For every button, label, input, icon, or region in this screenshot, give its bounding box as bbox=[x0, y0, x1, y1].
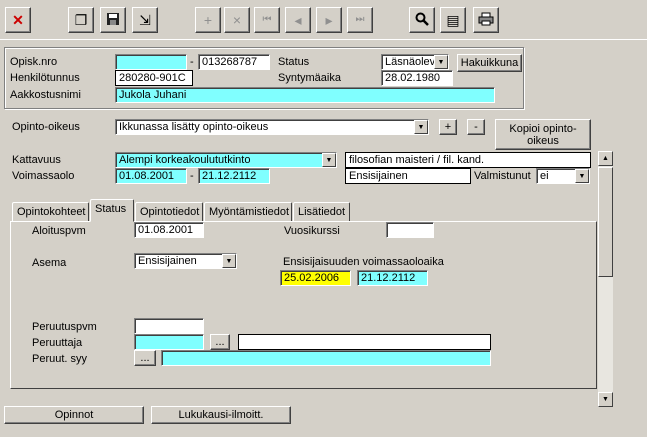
chevron-down-icon[interactable]: ▼ bbox=[434, 55, 448, 69]
peruutuspvm-field[interactable] bbox=[134, 318, 204, 334]
voimassaolo-end-field[interactable]: 21.12.2112 bbox=[198, 168, 270, 184]
opisk-nro-field-2[interactable]: 013268787 bbox=[198, 54, 270, 70]
peruuttaja-name-field[interactable] bbox=[238, 334, 491, 350]
aloituspvm-label: Aloituspvm bbox=[32, 225, 86, 237]
peruut-syy-field[interactable] bbox=[161, 350, 491, 366]
tab-opintokohteet[interactable]: Opintokohteet bbox=[12, 202, 89, 221]
opisk-nro-dash: - bbox=[190, 56, 194, 68]
tab-myontamistiedot[interactable]: Myöntämistiedot bbox=[204, 202, 292, 221]
last-record-icon: ⏭ bbox=[355, 14, 365, 25]
tab-status[interactable]: Status bbox=[90, 199, 134, 222]
voimassaolo-label: Voimassaolo bbox=[12, 170, 75, 182]
add-record-button[interactable]: + bbox=[195, 7, 221, 33]
first-record-icon: ⏮ bbox=[262, 14, 272, 25]
status-label: Status bbox=[278, 56, 310, 68]
peruut-syy-label: Peruut. syy bbox=[32, 353, 88, 365]
validity-label: Ensisijaisuuden voimassaoloaika bbox=[283, 256, 444, 268]
kattavuus-value: Alempi korkeakoulututkinto bbox=[119, 154, 251, 166]
opinto-oikeus-label: Opinto-oikeus bbox=[12, 121, 80, 133]
degree-field[interactable]: filosofian maisteri / fil. kand. bbox=[345, 152, 591, 168]
status-select[interactable]: Läsnäolev ▼ bbox=[381, 54, 449, 70]
documents-icon: ▤ bbox=[446, 12, 460, 28]
kattavuus-label: Kattavuus bbox=[12, 154, 61, 166]
save-button[interactable] bbox=[100, 7, 126, 33]
opisk-nro-label: Opisk.nro bbox=[10, 56, 58, 68]
kopioi-opinto-oikeus-button[interactable]: Kopioi opinto-oikeus bbox=[495, 119, 591, 150]
asema-select[interactable]: Ensisijainen ▼ bbox=[134, 253, 237, 269]
print-icon bbox=[478, 12, 494, 28]
vuosikurssi-field[interactable] bbox=[386, 222, 434, 238]
vertical-scrollbar[interactable]: ▲ ▼ bbox=[598, 151, 613, 407]
asema-label: Asema bbox=[32, 257, 67, 269]
chevron-down-icon[interactable]: ▼ bbox=[414, 120, 428, 134]
export-button[interactable]: ⇲ bbox=[132, 7, 158, 33]
last-record-button[interactable]: ⏭ bbox=[347, 7, 373, 33]
syntymaaika-field[interactable]: 28.02.1980 bbox=[381, 70, 453, 86]
add-study-right-button[interactable]: + bbox=[439, 119, 457, 135]
opinto-oikeus-value: Ikkunassa lisätty opinto-oikeus bbox=[119, 121, 269, 133]
peruut-syy-lookup-button[interactable]: ... bbox=[134, 350, 156, 366]
hakuikkuna-button[interactable]: Hakuikkuna bbox=[457, 54, 522, 72]
peruuttaja-field[interactable] bbox=[134, 334, 204, 350]
validity-start-field[interactable]: 25.02.2006 bbox=[280, 270, 351, 286]
vuosikurssi-label: Vuosikurssi bbox=[284, 225, 340, 237]
valmistunut-select[interactable]: ei ▼ bbox=[536, 168, 590, 184]
lukukausi-ilmoitt-button[interactable]: Lukukausi-ilmoitt. bbox=[151, 406, 291, 424]
syntymaaika-label: Syntymäaika bbox=[278, 72, 341, 84]
aakkostusnimi-field[interactable]: Jukola Juhani bbox=[115, 87, 495, 103]
print-button[interactable] bbox=[473, 7, 499, 33]
tab-opintotiedot[interactable]: Opintotiedot bbox=[135, 202, 203, 221]
search-icon bbox=[415, 12, 429, 28]
henkilotunnus-label: Henkilötunnus bbox=[10, 72, 80, 84]
tab-lisatiedot[interactable]: Lisätiedot bbox=[293, 202, 350, 221]
next-record-button[interactable]: ▸ bbox=[316, 7, 342, 33]
delete-record-icon: × bbox=[232, 12, 242, 28]
prev-record-button[interactable]: ◂ bbox=[285, 7, 311, 33]
documents-button[interactable]: ▤ bbox=[440, 7, 466, 33]
priority-field[interactable]: Ensisijainen bbox=[345, 168, 471, 184]
toolbar: ✕ ❐ ⇲ + × ⏮ ◂ ▸ ⏭ ▤ bbox=[0, 0, 647, 40]
delete-record-button[interactable]: × bbox=[224, 7, 250, 33]
opisk-nro-field[interactable] bbox=[115, 54, 187, 70]
scroll-down-icon[interactable]: ▼ bbox=[598, 392, 613, 407]
aakkostusnimi-label: Aakkostusnimi bbox=[10, 89, 81, 101]
voimassaolo-start-field[interactable]: 01.08.2001 bbox=[115, 168, 187, 184]
save-icon bbox=[106, 12, 120, 28]
voimassaolo-dash: - bbox=[190, 170, 194, 182]
chevron-down-icon[interactable]: ▼ bbox=[222, 254, 236, 268]
peruuttaja-lookup-button[interactable]: ... bbox=[210, 334, 230, 350]
copy-button[interactable]: ❐ bbox=[68, 7, 94, 33]
opinnot-button[interactable]: Opinnot bbox=[4, 406, 144, 424]
close-button[interactable]: ✕ bbox=[5, 7, 31, 33]
prev-record-icon: ◂ bbox=[294, 12, 302, 28]
valmistunut-label: Valmistunut bbox=[474, 170, 531, 182]
copy-icon: ❐ bbox=[74, 12, 88, 28]
valmistunut-value: ei bbox=[540, 170, 549, 182]
scroll-thumb[interactable] bbox=[598, 167, 613, 277]
arrow-icon: ⇲ bbox=[139, 12, 151, 28]
peruuttaja-label: Peruuttaja bbox=[32, 337, 83, 349]
next-record-icon: ▸ bbox=[325, 12, 333, 28]
asema-value: Ensisijainen bbox=[138, 255, 197, 267]
chevron-down-icon[interactable]: ▼ bbox=[575, 169, 589, 183]
peruutuspvm-label: Peruutuspvm bbox=[32, 321, 97, 333]
aloituspvm-field[interactable]: 01.08.2001 bbox=[134, 222, 204, 238]
first-record-button[interactable]: ⏮ bbox=[254, 7, 280, 33]
search-button[interactable] bbox=[409, 7, 435, 33]
remove-study-right-button[interactable]: - bbox=[467, 119, 485, 135]
scroll-up-icon[interactable]: ▲ bbox=[598, 151, 613, 166]
validity-end-field[interactable]: 21.12.2112 bbox=[357, 270, 428, 286]
chevron-down-icon[interactable]: ▼ bbox=[322, 153, 336, 167]
opinto-oikeus-select[interactable]: Ikkunassa lisätty opinto-oikeus ▼ bbox=[115, 119, 429, 135]
close-icon: ✕ bbox=[12, 12, 24, 28]
kattavuus-select[interactable]: Alempi korkeakoulututkinto ▼ bbox=[115, 152, 337, 168]
status-value: Läsnäolev bbox=[385, 56, 436, 68]
henkilotunnus-field[interactable]: 280280-901C bbox=[115, 70, 193, 86]
add-record-icon: + bbox=[203, 12, 213, 28]
